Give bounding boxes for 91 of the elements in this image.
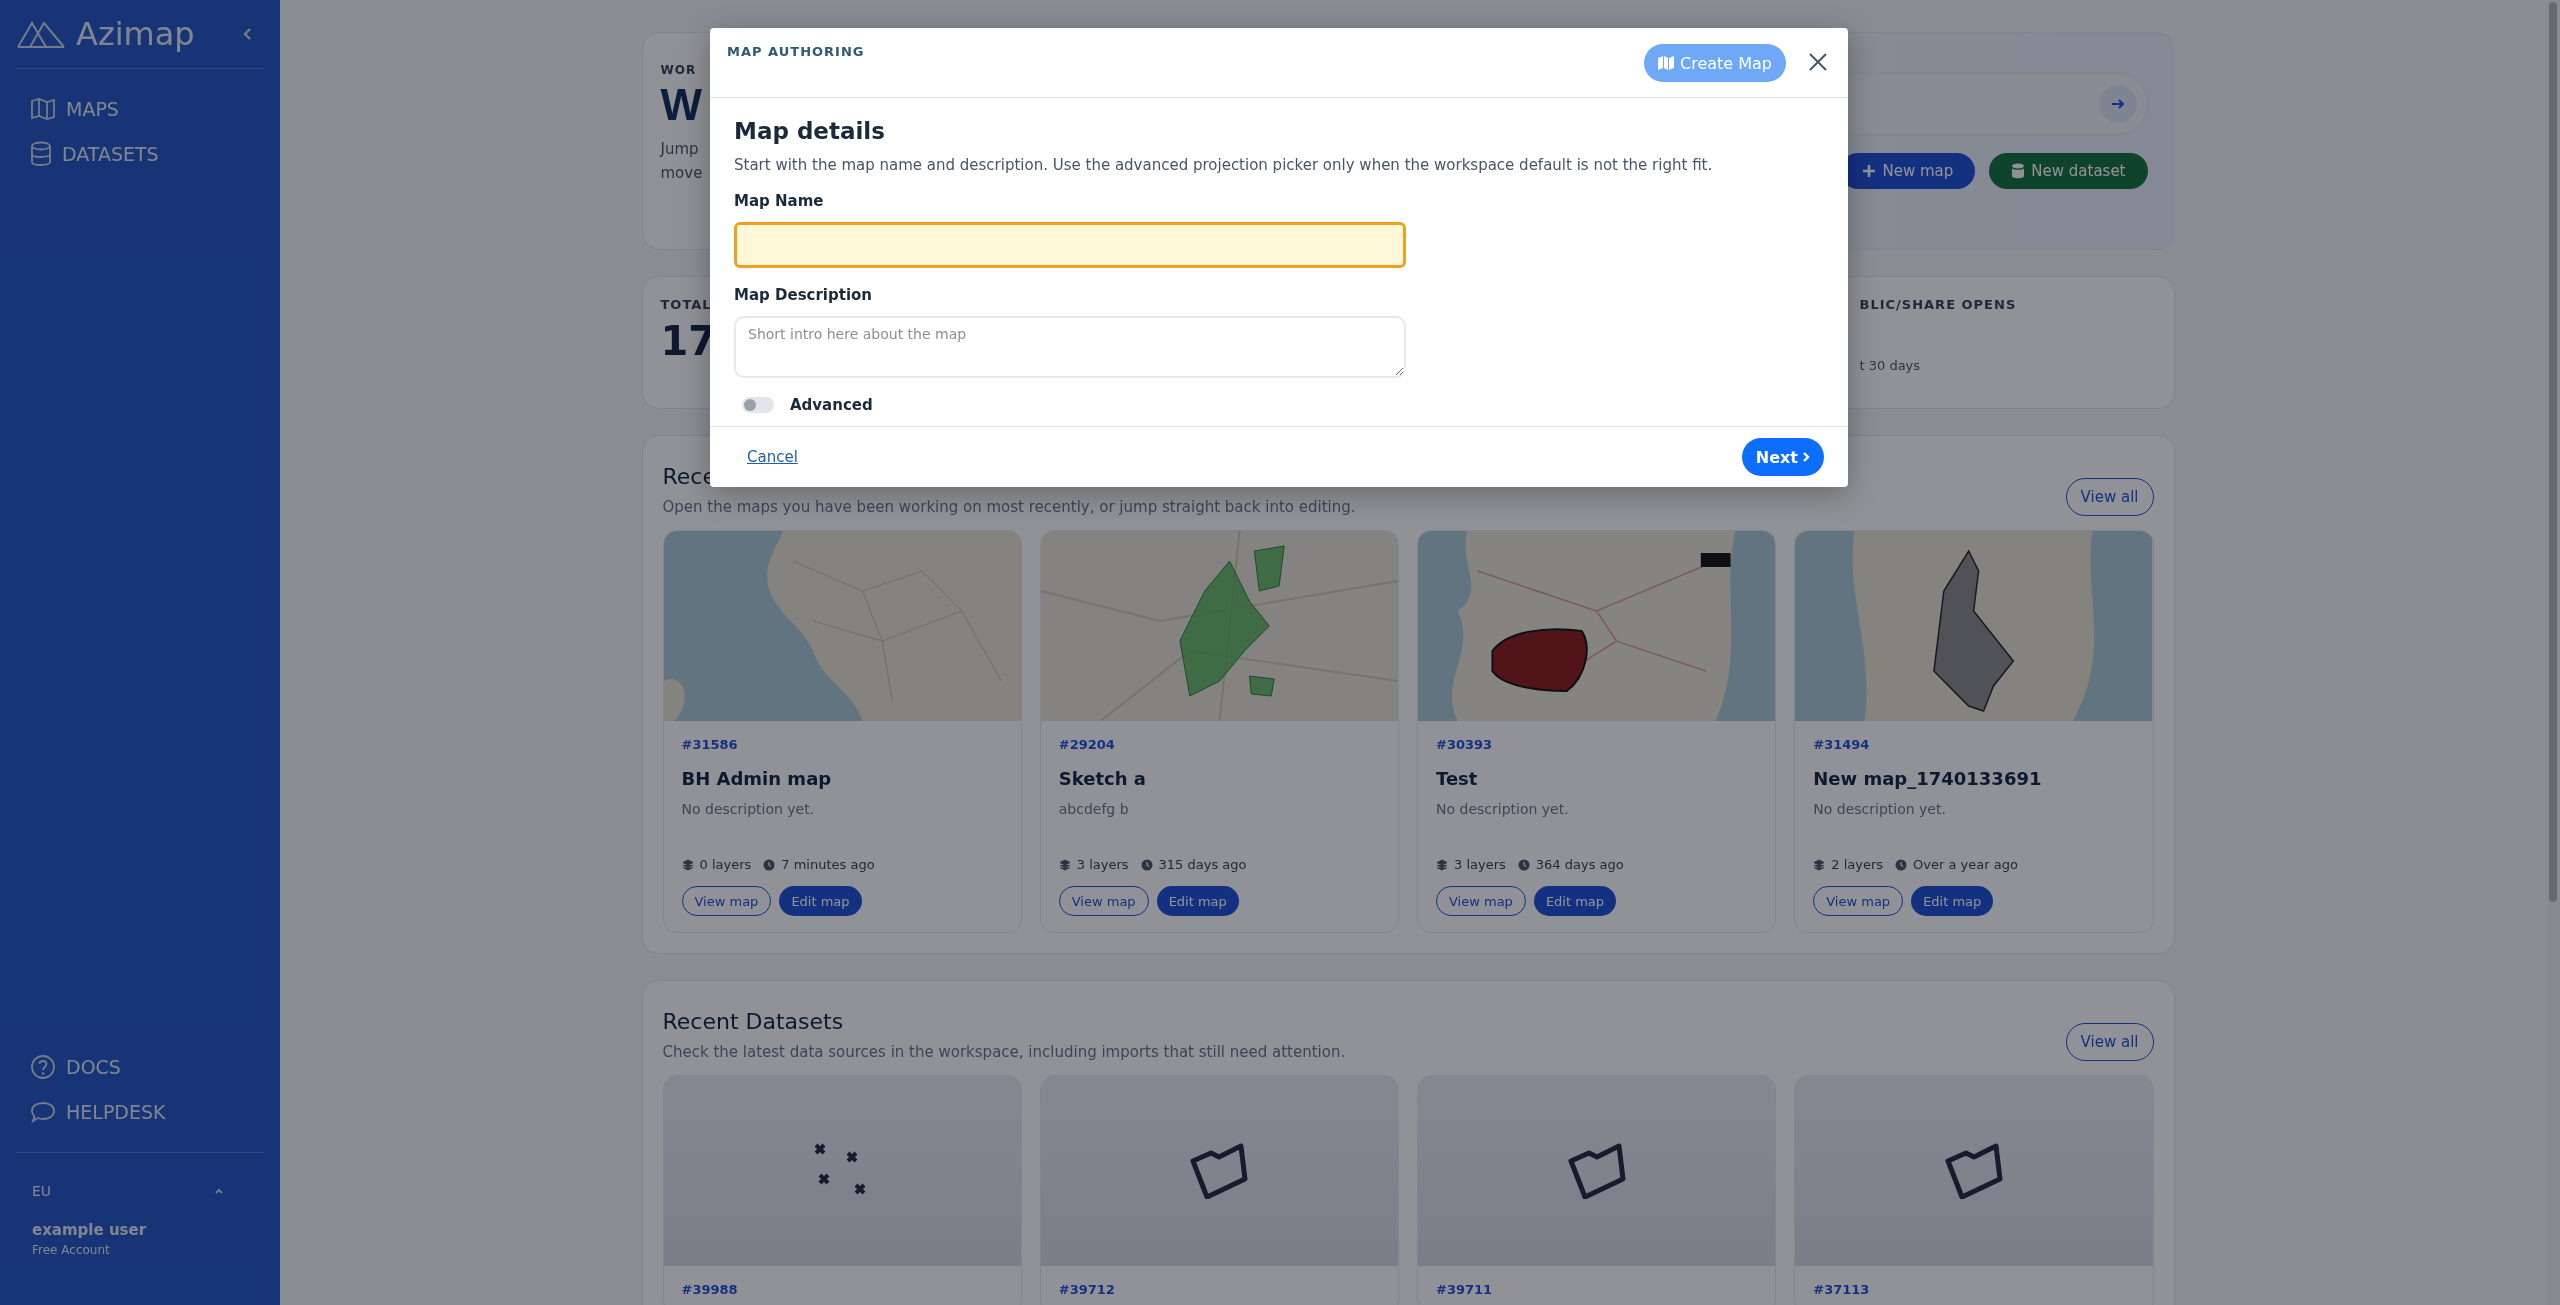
layer-count: 2 layers — [1831, 857, 1884, 872]
map-description: No description yet. — [681, 801, 816, 817]
map-name-field[interactable] — [734, 222, 1406, 268]
updated-time: Over a year ago — [1913, 857, 2018, 872]
clock-icon — [1517, 858, 1530, 871]
layers-icon — [681, 858, 694, 871]
arrow-right-icon[interactable] — [2098, 85, 2137, 123]
map-title: New map_1740133691 — [1813, 768, 2043, 789]
mountain-logo-icon — [16, 19, 66, 49]
updated-time: 364 days ago — [1535, 857, 1624, 872]
header-title: W — [660, 81, 703, 130]
section-title: Recent Datasets — [662, 1009, 844, 1034]
map-description: abcdefg b — [1058, 801, 1130, 817]
layer-count: 0 layers — [699, 857, 752, 872]
field-label: Map Name — [734, 192, 825, 210]
map-title: Sketch a — [1058, 768, 1147, 789]
layers-icon — [1058, 858, 1071, 871]
dialog-title: Map details — [734, 118, 886, 144]
layers-icon — [1436, 858, 1448, 871]
map-description-field[interactable]: Short intro here about the map — [734, 316, 1406, 378]
collapse-chevron-icon[interactable] — [242, 27, 252, 41]
field-label: Map Description — [734, 286, 874, 304]
polygon-icon — [1566, 1143, 1627, 1199]
stat-value: 17 — [660, 318, 717, 364]
region-label: EU — [32, 1183, 52, 1199]
next-button[interactable]: Next — [1741, 438, 1824, 476]
clock-icon — [763, 858, 776, 871]
dialog-description: Start with the map name and description. Use the advanced projection picker only when the workspace default is not the right fit. — [734, 156, 1714, 174]
close-icon[interactable] — [1808, 52, 1828, 72]
stat-label: TOTAL — [660, 297, 713, 312]
view-all-button[interactable]: View all — [2065, 478, 2154, 516]
toggle-label: Advanced — [790, 396, 873, 414]
stat-label: BLIC/SHARE OPENS — [1859, 297, 2018, 312]
sidebar-link[interactable]: HELPDESK — [30, 1100, 250, 1124]
map-description: No description yet. — [1436, 801, 1570, 817]
caret-up-icon[interactable] — [214, 1187, 224, 1195]
dataset-id: #39711 — [1436, 1282, 1494, 1297]
map-title: BH Admin map — [681, 768, 833, 789]
plus-icon — [1862, 164, 1877, 178]
map-description: No description yet. — [1813, 801, 1947, 817]
view-map-button[interactable]: View map — [1058, 886, 1149, 916]
database-icon — [30, 141, 52, 167]
header-intro-text: Jump — [660, 139, 700, 161]
updated-time: 315 days ago — [1158, 857, 1247, 872]
edit-map-button[interactable]: Edit map — [1533, 886, 1617, 916]
sidebar-link[interactable]: DOCS — [30, 1054, 250, 1080]
chevron-right-icon — [1802, 451, 1810, 463]
clock-icon — [1895, 858, 1908, 871]
view-all-button[interactable]: View all — [2065, 1023, 2154, 1061]
header-intro-text: move — [660, 163, 703, 185]
edit-map-button[interactable]: Edit map — [1156, 886, 1239, 916]
map-id: #29204 — [1058, 737, 1116, 752]
edit-map-button[interactable]: Edit map — [1911, 886, 1994, 916]
advanced-toggle[interactable] — [742, 397, 774, 413]
map-id: #31494 — [1813, 737, 1871, 752]
dataset-id: #37113 — [1813, 1282, 1871, 1297]
view-map-button[interactable]: View map — [1436, 886, 1526, 916]
polygon-icon — [1189, 1143, 1250, 1199]
account-plan: Free Account — [31, 1242, 111, 1259]
user-name: example user — [31, 1220, 148, 1239]
header-action-button[interactable]: New dataset — [1989, 153, 2148, 189]
edit-map-button[interactable]: Edit map — [779, 886, 862, 916]
cancel-link[interactable]: Cancel — [747, 448, 798, 466]
layer-count: 3 layers — [1076, 857, 1129, 872]
chat-icon — [30, 1100, 56, 1124]
map-icon — [30, 97, 56, 121]
dialog-eyebrow: MAP AUTHORING — [727, 44, 865, 59]
layers-icon — [1813, 858, 1826, 871]
view-map-button[interactable]: View map — [681, 886, 772, 916]
create-map-button[interactable]: Create Map — [1644, 44, 1786, 82]
map-id: #30393 — [1436, 737, 1494, 752]
map-title: Test — [1436, 768, 1479, 789]
view-map-button[interactable]: View map — [1813, 886, 1904, 916]
layer-count: 3 layers — [1454, 857, 1506, 872]
map-icon — [1658, 56, 1674, 70]
section-subtitle: Open the maps you have been working on most recently, or jump straight back into editing. — [662, 498, 1356, 516]
dataset-id: #39988 — [681, 1282, 739, 1297]
help-icon — [30, 1054, 56, 1080]
updated-time: 7 minutes ago — [781, 857, 875, 872]
sidebar-nav-item[interactable]: MAPS — [30, 97, 250, 121]
polygon-icon — [1943, 1143, 2004, 1199]
database-icon — [2011, 163, 2026, 179]
map-id: #31586 — [681, 737, 739, 752]
dataset-id: #39712 — [1058, 1282, 1116, 1297]
brand-name: Azimap — [76, 15, 195, 53]
scrollbar[interactable] — [2546, 0, 2560, 1305]
stat-note: t 30 days — [1859, 358, 1922, 373]
header-eyebrow: WOR — [660, 63, 698, 77]
section-subtitle: Check the latest data sources in the workspace, including imports that still need attention. — [662, 1043, 1346, 1061]
sidebar-nav-item[interactable]: DATASETS — [30, 141, 250, 167]
clock-icon — [1140, 858, 1153, 871]
